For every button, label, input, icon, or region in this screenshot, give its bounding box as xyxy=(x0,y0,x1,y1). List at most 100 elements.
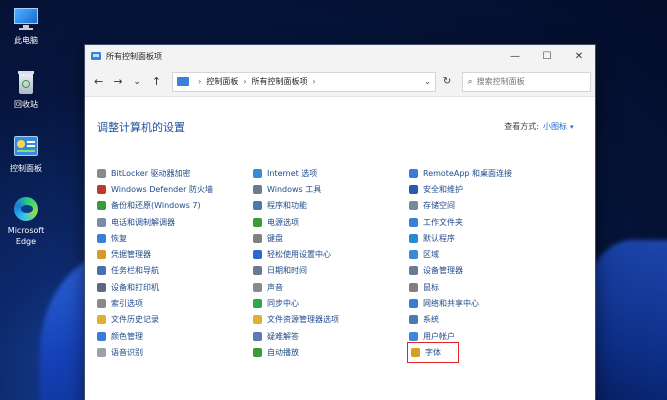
control-panel-item[interactable]: RemoteApp 和桌面连接 xyxy=(409,165,565,181)
maximize-button[interactable]: ☐ xyxy=(531,45,563,67)
up-arrow-icon[interactable]: ↑ xyxy=(147,72,166,92)
item-icon xyxy=(409,217,418,227)
item-label: 语音识别 xyxy=(111,347,143,357)
control-panel-item[interactable]: 鼠标 xyxy=(409,279,565,295)
item-label: 安全和维护 xyxy=(423,184,463,194)
items-column: BitLocker 驱动器加密 Windows Defender 防火墙备份和还原… xyxy=(97,165,253,361)
control-panel-item[interactable]: 索引选项 xyxy=(97,295,253,311)
control-panel-item[interactable]: 字体 xyxy=(407,342,459,363)
control-panel-item[interactable]: 文件资源管理器选项 xyxy=(253,312,409,328)
item-label: 轻松使用设置中心 xyxy=(267,250,331,260)
control-panel-item[interactable]: 电话和调制解调器 xyxy=(97,214,253,230)
recent-locations-chevron-icon[interactable]: ⌄ xyxy=(128,72,147,92)
minimize-button[interactable]: — xyxy=(499,45,531,67)
control-panel-item[interactable]: 备份和还原(Windows 7) xyxy=(97,198,253,214)
control-panel-item[interactable]: 轻松使用设置中心 xyxy=(253,246,409,262)
control-panel-item[interactable]: 工作文件夹 xyxy=(409,214,565,230)
control-panel-item[interactable]: 存储空间 xyxy=(409,198,565,214)
items-column: RemoteApp 和桌面连接 安全和维护存储空间 工作文件夹默认程序区域设备管理器… xyxy=(407,165,565,363)
refresh-icon[interactable]: ↻ xyxy=(436,72,457,92)
control-panel-item[interactable]: 自动播放 xyxy=(253,344,409,360)
item-icon xyxy=(97,217,106,227)
item-label: 键盘 xyxy=(267,233,283,243)
control-panel-item[interactable]: 用户帐户 xyxy=(409,328,565,344)
item-icon xyxy=(97,233,106,243)
back-arrow-icon[interactable]: ← xyxy=(89,72,108,92)
content-area: 调整计算机的设置 查看方式: 小图标 ▾ BitLocker 驱动器加密 Windo… xyxy=(85,97,595,397)
control-panel-item[interactable]: 网络和共享中心 xyxy=(409,295,565,311)
item-label: 区域 xyxy=(423,250,439,260)
monitor-icon xyxy=(12,6,40,32)
desktop-icon-recycle-bin[interactable]: 回收站 xyxy=(0,70,52,110)
control-panel-item[interactable]: 日期和时间 xyxy=(253,263,409,279)
item-icon xyxy=(253,299,262,309)
control-panel-item[interactable]: 系统 xyxy=(409,312,565,328)
item-icon xyxy=(253,347,262,357)
item-label: 设备管理器 xyxy=(423,266,463,276)
item-label: 自动播放 xyxy=(267,347,299,357)
items-column: Internet 选项 Windows 工具 程序和功能 电源选项键盘轻松使用设置中心… xyxy=(253,165,409,361)
view-by-dropdown[interactable]: 小图标 ▾ xyxy=(543,121,574,132)
item-icon xyxy=(409,233,418,243)
address-bar[interactable]: › 控制面板 › 所有控制面板项 › ⌄ xyxy=(172,71,437,92)
control-panel-item[interactable]: 同步中心 xyxy=(253,295,409,311)
title-bar[interactable]: 所有控制面板项 — ☐ ✕ xyxy=(85,45,595,67)
item-label: 文件历史记录 xyxy=(111,315,159,325)
item-label: 同步中心 xyxy=(267,299,299,309)
item-label: 设备和打印机 xyxy=(111,282,159,292)
control-panel-item[interactable]: 颜色管理 xyxy=(97,328,253,344)
control-panel-item[interactable]: 声音 xyxy=(253,279,409,295)
breadcrumb-control-panel[interactable]: 控制面板 xyxy=(206,76,238,87)
item-icon xyxy=(253,168,262,178)
control-panel-item[interactable]: Internet 选项 xyxy=(253,165,409,181)
control-panel-item[interactable]: 默认程序 xyxy=(409,230,565,246)
control-panel-item[interactable]: BitLocker 驱动器加密 xyxy=(97,165,253,181)
item-icon xyxy=(253,282,262,292)
item-icon xyxy=(97,315,106,325)
forward-arrow-icon[interactable]: → xyxy=(108,72,127,92)
item-label: 电话和调制解调器 xyxy=(111,217,175,227)
control-panel-item[interactable]: 键盘 xyxy=(253,230,409,246)
control-panel-item[interactable]: 设备管理器 xyxy=(409,263,565,279)
search-icon: ⌕ xyxy=(467,76,473,87)
control-panel-item[interactable]: 程序和功能 xyxy=(253,198,409,214)
address-dropdown-chevron-icon[interactable]: ⌄ xyxy=(419,77,435,86)
control-panel-item[interactable]: 区域 xyxy=(409,246,565,262)
desktop-icon-label: 控制面板 xyxy=(10,164,42,173)
item-label: 默认程序 xyxy=(423,233,455,243)
control-panel-item[interactable]: Windows 工具 xyxy=(253,181,409,197)
breadcrumb-separator-icon: › xyxy=(243,77,247,86)
control-panel-item[interactable]: 凭据管理器 xyxy=(97,246,253,262)
search-input[interactable] xyxy=(476,77,587,86)
control-panel-item[interactable]: 电源选项 xyxy=(253,214,409,230)
item-icon xyxy=(409,201,418,211)
item-label: Internet 选项 xyxy=(267,168,318,178)
item-label: RemoteApp 和桌面连接 xyxy=(423,168,513,178)
item-icon xyxy=(253,331,262,341)
breadcrumb-all-items[interactable]: 所有控制面板项 xyxy=(252,76,308,87)
item-icon xyxy=(97,184,106,194)
control-panel-item[interactable]: 安全和维护 xyxy=(409,181,565,197)
control-panel-item[interactable]: Windows Defender 防火墙 xyxy=(97,181,253,197)
item-label: 凭据管理器 xyxy=(111,250,151,260)
control-panel-item[interactable]: 语音识别 xyxy=(97,344,253,360)
item-label: 系统 xyxy=(423,315,439,325)
control-panel-item[interactable]: 文件历史记录 xyxy=(97,312,253,328)
search-box[interactable]: ⌕ xyxy=(461,71,592,92)
desktop-icon-edge[interactable]: Microsoft Edge xyxy=(0,196,52,247)
close-button[interactable]: ✕ xyxy=(563,45,595,67)
control-panel-icon xyxy=(12,134,40,160)
item-label: Windows Defender 防火墙 xyxy=(111,184,213,194)
desktop-icon-control-panel[interactable]: 控制面板 xyxy=(0,134,52,174)
control-panel-item[interactable]: 疑难解答 xyxy=(253,328,409,344)
item-icon xyxy=(409,250,418,260)
item-label: 索引选项 xyxy=(111,299,143,309)
item-icon xyxy=(253,250,262,260)
control-panel-item[interactable]: 任务栏和导航 xyxy=(97,263,253,279)
control-panel-item[interactable]: 设备和打印机 xyxy=(97,279,253,295)
breadcrumb-separator-icon: › xyxy=(198,77,202,86)
control-panel-item[interactable]: 恢复 xyxy=(97,230,253,246)
desktop-icon-this-pc[interactable]: 此电脑 xyxy=(0,6,52,46)
item-label: 文件资源管理器选项 xyxy=(267,315,339,325)
item-icon xyxy=(97,168,106,178)
